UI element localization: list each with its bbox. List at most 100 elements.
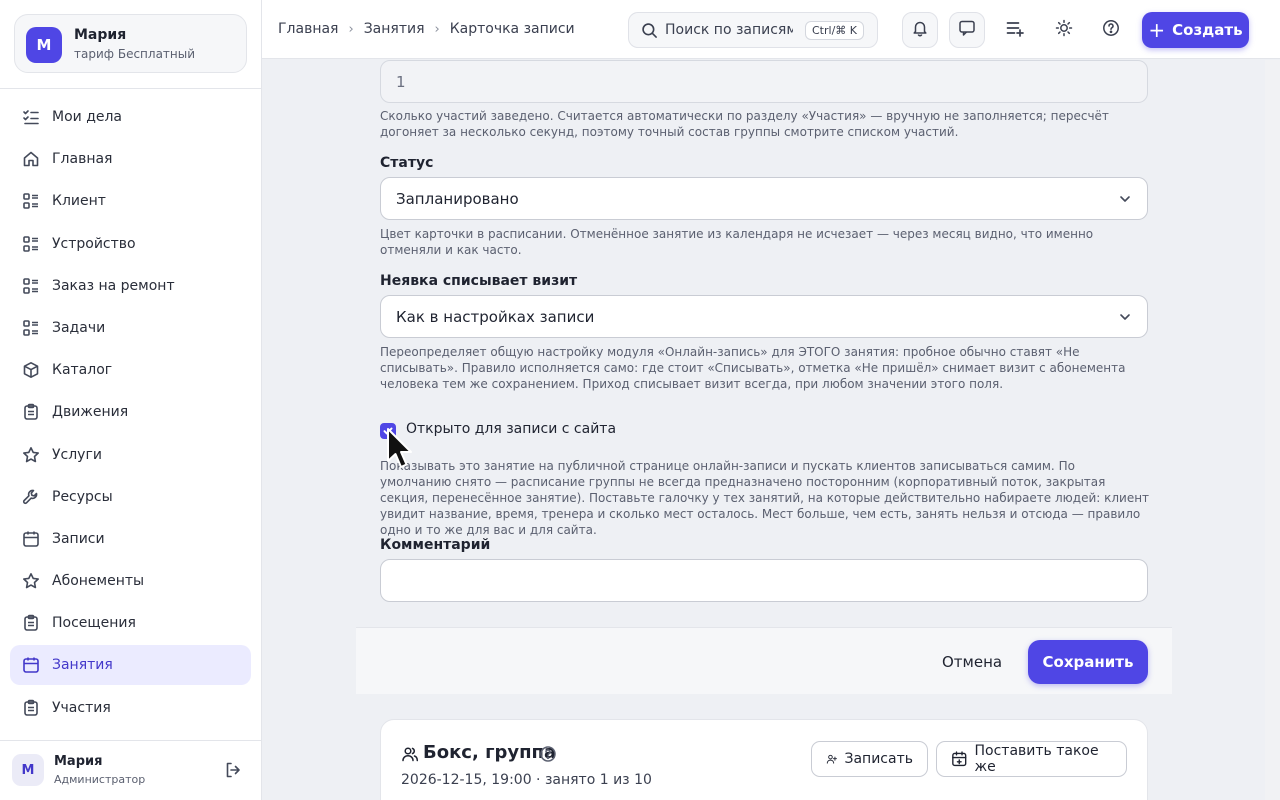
participants-count-hint: Сколько участий заведено. Считается авто… bbox=[380, 109, 1109, 139]
list-icon bbox=[22, 235, 40, 253]
sidebar-item-bookings[interactable]: Записи bbox=[10, 519, 251, 559]
clipboard-icon bbox=[22, 403, 40, 421]
chevron-down-icon bbox=[1117, 191, 1133, 207]
sidebar-item-classes[interactable]: Занятия bbox=[10, 645, 251, 686]
status-hint: Цвет карточки в расписании. Отменённое з… bbox=[380, 227, 1094, 257]
divider bbox=[0, 740, 261, 741]
add-to-list-button[interactable] bbox=[997, 12, 1033, 48]
create-label: Создать bbox=[1172, 21, 1243, 39]
save-button[interactable]: Сохранить bbox=[1028, 640, 1148, 684]
comment-label: Комментарий bbox=[380, 537, 491, 553]
avatar[interactable]: М bbox=[12, 754, 44, 786]
sidebar-item-resources[interactable]: Ресурсы bbox=[10, 477, 251, 517]
search-input[interactable]: Поиск по записям Ctrl/⌘ K bbox=[628, 12, 878, 48]
sidebar-nav: Мои дела Главная Клиент Устройство Заказ… bbox=[10, 97, 251, 730]
sidebar-item-label: Задачи bbox=[52, 319, 106, 336]
sidebar-item-label: Занятия bbox=[52, 657, 113, 674]
sidebar-item-label: Клиент bbox=[52, 193, 106, 210]
mouse-cursor-icon bbox=[387, 428, 412, 468]
duplicate-class-label: Поставить такое же bbox=[974, 743, 1099, 775]
sidebar-item-catalog[interactable]: Каталог bbox=[10, 350, 251, 390]
breadcrumb-item-classes[interactable]: Занятия bbox=[364, 21, 425, 37]
star-icon bbox=[22, 446, 40, 464]
sidebar-item-home[interactable]: Главная bbox=[10, 139, 251, 179]
open-for-site-booking-label[interactable]: Открыто для записи с сайта bbox=[406, 421, 616, 437]
calendar-repeat-icon bbox=[952, 751, 967, 767]
status-value: Запланировано bbox=[396, 189, 519, 208]
clipboard-icon bbox=[22, 699, 40, 717]
comment-input[interactable] bbox=[380, 559, 1148, 602]
main-content: 1 Сколько участий заведено. Считается ав… bbox=[262, 60, 1265, 800]
sidebar-item-label: Посещения bbox=[52, 615, 136, 632]
chevron-right-icon: › bbox=[348, 21, 354, 37]
sidebar-item-tasks[interactable]: Задачи bbox=[10, 308, 251, 348]
sidebar-item-visits[interactable]: Посещения bbox=[10, 603, 251, 643]
box-icon bbox=[22, 361, 40, 379]
status-select[interactable]: Запланировано bbox=[380, 177, 1148, 220]
cancel-button[interactable]: Отмена bbox=[942, 653, 1002, 671]
notifications-button[interactable] bbox=[902, 12, 938, 48]
class-subtitle: 2026-12-15, 19:00 · занято 1 из 10 bbox=[401, 772, 652, 788]
calendar-icon bbox=[22, 656, 40, 674]
account-plan: тариф Бесплатный bbox=[74, 47, 196, 61]
user-profile: М Мария Администратор bbox=[12, 754, 247, 788]
list-icon bbox=[22, 192, 40, 210]
sidebar-item-label: Услуги bbox=[52, 446, 102, 463]
noshow-select[interactable]: Как в настройках записи bbox=[380, 295, 1148, 338]
account-switcher[interactable]: М Мария тариф Бесплатный bbox=[14, 14, 247, 73]
user-name: Мария bbox=[54, 754, 103, 769]
sidebar-item-repair-order[interactable]: Заказ на ремонт bbox=[10, 266, 251, 306]
create-button[interactable]: + Создать bbox=[1142, 12, 1249, 48]
wrench-icon bbox=[22, 488, 40, 506]
user-plus-icon bbox=[826, 754, 838, 764]
clipboard-icon bbox=[22, 614, 40, 632]
home-icon bbox=[22, 150, 40, 168]
scrollbar[interactable] bbox=[1265, 60, 1280, 800]
breadcrumb-item-current: Карточка записи bbox=[449, 21, 575, 37]
plus-icon: + bbox=[1148, 18, 1166, 42]
search-icon bbox=[641, 22, 658, 39]
sidebar-item-label: Главная bbox=[52, 151, 113, 168]
noshow-hint: Переопределяет общую настройку модуля «О… bbox=[380, 345, 1126, 391]
form-action-bar: Отмена Сохранить bbox=[356, 627, 1172, 694]
enroll-button[interactable]: Записать bbox=[811, 741, 928, 777]
class-summary-card: Бокс, группа 2026-12-15, 19:00 · занято … bbox=[380, 719, 1148, 800]
class-title: Бокс, группа bbox=[423, 742, 557, 763]
user-role: Администратор bbox=[54, 773, 146, 786]
participants-count-field: 1 bbox=[380, 60, 1148, 103]
help-button[interactable] bbox=[1093, 12, 1129, 48]
participants-count-value: 1 bbox=[396, 72, 406, 91]
sidebar-item-memberships[interactable]: Абонементы bbox=[10, 561, 251, 601]
sun-icon bbox=[1055, 19, 1073, 41]
sidebar-item-movements[interactable]: Движения bbox=[10, 392, 251, 432]
sidebar-item-label: Устройство bbox=[52, 235, 136, 252]
help-icon[interactable] bbox=[539, 745, 557, 763]
open-for-site-booking-hint: Показывать это занятие на публичной стра… bbox=[380, 459, 1150, 537]
sidebar-item-label: Движения bbox=[52, 404, 129, 421]
sidebar-item-label: Каталог bbox=[52, 362, 113, 379]
chat-icon bbox=[958, 19, 976, 41]
breadcrumb-item-home[interactable]: Главная bbox=[278, 21, 338, 37]
logout-icon[interactable] bbox=[224, 761, 242, 779]
sidebar-item-label: Участия bbox=[52, 699, 111, 716]
sidebar-item-label: Ресурсы bbox=[52, 488, 113, 505]
topbar: Главная › Занятия › Карточка записи Поис… bbox=[262, 0, 1280, 59]
account-name: Мария bbox=[74, 27, 127, 43]
sidebar-item-label: Заказ на ремонт bbox=[52, 277, 175, 294]
chevron-down-icon bbox=[1117, 309, 1133, 325]
noshow-label: Неявка списывает визит bbox=[380, 273, 578, 289]
messages-button[interactable] bbox=[949, 12, 985, 48]
enroll-label: Записать bbox=[844, 751, 914, 767]
divider bbox=[0, 88, 261, 89]
status-label: Статус bbox=[380, 155, 434, 171]
noshow-value: Как в настройках записи bbox=[396, 307, 595, 326]
sidebar-item-services[interactable]: Услуги bbox=[10, 435, 251, 475]
sidebar-item-participations[interactable]: Участия bbox=[10, 688, 251, 728]
sidebar-item-my-tasks[interactable]: Мои дела bbox=[10, 97, 251, 137]
sidebar-item-client[interactable]: Клиент bbox=[10, 181, 251, 221]
theme-toggle-button[interactable] bbox=[1046, 12, 1082, 48]
account-avatar: М bbox=[26, 27, 62, 63]
sidebar-item-device[interactable]: Устройство bbox=[10, 224, 251, 264]
breadcrumb: Главная › Занятия › Карточка записи bbox=[278, 21, 575, 37]
duplicate-class-button[interactable]: Поставить такое же bbox=[936, 741, 1127, 777]
